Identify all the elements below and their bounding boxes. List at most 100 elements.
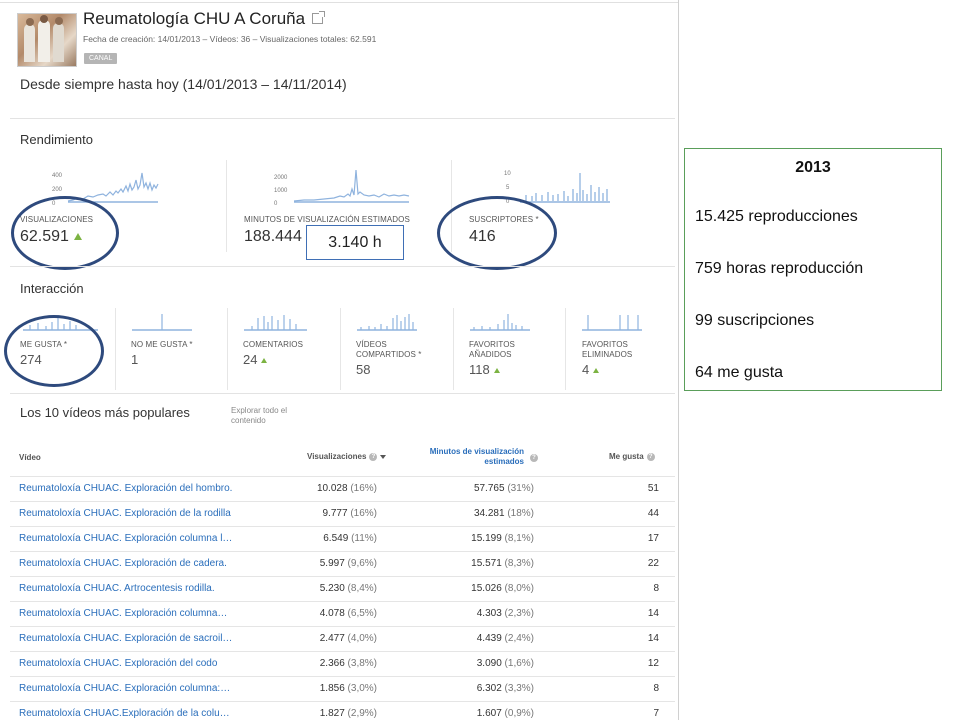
table-row[interactable]: Reumatoloxía CHUAC.Exploración de la col… xyxy=(10,701,675,720)
external-link-icon[interactable] xyxy=(312,11,325,24)
likes-cell: 17 xyxy=(647,533,659,544)
views-cell: 2.477 (4,0%) xyxy=(319,633,377,644)
table-row[interactable]: Reumatoloxía CHUAC. Exploración columna:… xyxy=(10,676,675,701)
likes-cell: 7 xyxy=(653,708,659,719)
minutes-sparkline: 2000 1000 0 xyxy=(274,169,410,207)
video-title-link[interactable]: Reumatoloxía CHUAC. Exploración del homb… xyxy=(19,483,232,494)
channel-avatar[interactable] xyxy=(17,13,77,67)
video-title-link[interactable]: Reumatoloxía CHUAC. Exploración columna… xyxy=(19,608,227,619)
minutes-cell: 1.607 (0,9%) xyxy=(476,708,534,719)
divider xyxy=(10,393,675,394)
minutes-cell: 4.439 (2,4%) xyxy=(476,633,534,644)
note-subscriptions: 99 suscripciones xyxy=(695,312,815,329)
channel-badge: CANAL xyxy=(84,53,118,64)
panel-border xyxy=(678,0,679,720)
table-row[interactable]: Reumatoloxía CHUAC. Exploración de sacro… xyxy=(10,626,675,651)
views-cell: 5.997 (9,6%) xyxy=(319,558,377,569)
interaccion-title: Interacción xyxy=(20,281,84,296)
top-divider xyxy=(0,2,679,3)
likes-cell: 22 xyxy=(647,558,659,569)
table-row[interactable]: Reumatoloxía CHUAC. Exploración de cader… xyxy=(10,551,675,576)
col-likes[interactable]: Me gusta? xyxy=(609,452,655,461)
table-row[interactable]: Reumatoloxía CHUAC. Exploración de la ro… xyxy=(10,501,675,526)
note-hours: 759 horas reproducción xyxy=(695,260,864,277)
favorites-added-sparkline xyxy=(470,314,530,331)
views-cell: 10.028 (16%) xyxy=(316,483,377,494)
views-cell: 9.777 (16%) xyxy=(322,508,378,519)
col-video: Vídeo xyxy=(19,453,41,462)
shares-value: 58 xyxy=(356,362,371,377)
dislikes-sparkline xyxy=(132,314,192,331)
channel-meta: Fecha de creación: 14/01/2013 – Vídeos: … xyxy=(83,34,377,44)
col-minutes[interactable]: Minutos de visualización estimados xyxy=(418,447,524,467)
minutes-label: MINUTOS DE VISUALIZACIÓN ESTIMADOS xyxy=(244,215,410,224)
minutes-cell: 15.199 (8,1%) xyxy=(471,533,534,544)
date-range[interactable]: Desde siempre hasta hoy (14/01/2013 – 14… xyxy=(20,76,347,92)
minutes-cell: 15.026 (8,0%) xyxy=(471,583,534,594)
col-views[interactable]: Visualizaciones? xyxy=(307,452,387,461)
subscribers-axis-mid: 5 xyxy=(506,185,510,191)
minutes-axis-top: 2000 xyxy=(274,175,288,181)
views-cell: 5.230 (8,4%) xyxy=(319,583,377,594)
trend-up-icon xyxy=(593,368,600,373)
favorites-added-label: FAVORITOS AÑADIDOS xyxy=(469,340,515,359)
help-icon: ? xyxy=(646,452,655,461)
favorites-removed-value: 4 xyxy=(582,362,600,377)
top-videos-table: Reumatoloxía CHUAC. Exploración del homb… xyxy=(10,476,675,720)
shares-label: VÍDEOS COMPARTIDOS * xyxy=(356,340,422,359)
views-axis-mid: 200 xyxy=(52,187,63,193)
favorites-removed-label: FAVORITOS ELIMINADOS xyxy=(582,340,633,359)
divider xyxy=(10,266,675,267)
top-videos-title: Los 10 vídeos más populares xyxy=(20,405,190,420)
dislikes-label: NO ME GUSTA * xyxy=(131,340,193,349)
channel-title[interactable]: Reumatología CHU A Coruña xyxy=(83,9,305,29)
views-cell: 2.366 (3,8%) xyxy=(319,658,377,669)
likes-cell: 8 xyxy=(653,683,659,694)
note-likes: 64 me gusta xyxy=(695,364,784,381)
video-title-link[interactable]: Reumatoloxía CHUAC.Exploración de la col… xyxy=(19,708,230,719)
minutes-cell: 3.090 (1,6%) xyxy=(476,658,534,669)
minutes-cell: 6.302 (3,3%) xyxy=(476,683,534,694)
divider xyxy=(10,118,675,119)
views-cell: 4.078 (6,5%) xyxy=(319,608,377,619)
minutes-cell: 4.303 (2,3%) xyxy=(476,608,534,619)
comments-value: 24 xyxy=(243,352,268,367)
summary-note: 2013 15.425 reproducciones 759 horas rep… xyxy=(684,148,942,391)
table-row[interactable]: Reumatoloxía CHUAC. Exploración del codo… xyxy=(10,651,675,676)
table-row[interactable]: Reumatoloxía CHUAC. Exploración del homb… xyxy=(10,476,675,501)
note-year: 2013 xyxy=(795,159,831,176)
table-row[interactable]: Reumatoloxía CHUAC. Exploración columna … xyxy=(10,526,675,551)
minutes-cell: 57.765 (31%) xyxy=(473,483,534,494)
favorites-removed-sparkline xyxy=(582,315,642,331)
analytics-panel: Reumatología CHU A Coruña Fecha de creac… xyxy=(0,0,679,720)
explore-all-link[interactable]: Explorar todo el contenido xyxy=(231,406,311,426)
highlight-oval-likes xyxy=(4,315,104,387)
views-cell: 1.856 (3,0%) xyxy=(319,683,377,694)
video-title-link[interactable]: Reumatoloxía CHUAC. Exploración de cader… xyxy=(19,558,227,569)
note-views: 15.425 reproducciones xyxy=(695,208,858,225)
trend-up-icon xyxy=(493,368,500,373)
minutes-axis-mid: 1000 xyxy=(274,188,288,194)
table-row[interactable]: Reumatoloxía CHUAC. Exploración columna…… xyxy=(10,601,675,626)
likes-cell: 51 xyxy=(647,483,659,494)
trend-up-icon xyxy=(261,358,268,363)
table-row[interactable]: Reumatoloxía CHUAC. Artrocentesis rodill… xyxy=(10,576,675,601)
video-title-link[interactable]: Reumatoloxía CHUAC. Artrocentesis rodill… xyxy=(19,583,215,594)
help-icon: ? xyxy=(369,452,378,461)
highlight-oval-subscribers xyxy=(437,196,557,270)
views-cell: 6.549 (11%) xyxy=(323,533,377,544)
highlight-oval-views xyxy=(11,196,119,270)
video-title-link[interactable]: Reumatoloxía CHUAC. Exploración columna:… xyxy=(19,683,230,694)
comments-label: COMENTARIOS xyxy=(243,340,304,349)
video-title-link[interactable]: Reumatoloxía CHUAC. Exploración columna … xyxy=(19,533,232,544)
likes-cell: 44 xyxy=(647,508,659,519)
favorites-added-value: 118 xyxy=(469,362,500,377)
video-title-link[interactable]: Reumatoloxía CHUAC. Exploración de la ro… xyxy=(19,508,231,519)
help-icon[interactable]: ? xyxy=(530,454,538,462)
views-cell: 1.827 (2,9%) xyxy=(319,708,377,719)
video-title-link[interactable]: Reumatoloxía CHUAC. Exploración de sacro… xyxy=(19,633,232,644)
video-title-link[interactable]: Reumatoloxía CHUAC. Exploración del codo xyxy=(19,658,217,669)
sort-desc-icon xyxy=(380,454,387,459)
minutes-value: 188.444 xyxy=(244,228,302,245)
dislikes-value: 1 xyxy=(131,352,139,367)
